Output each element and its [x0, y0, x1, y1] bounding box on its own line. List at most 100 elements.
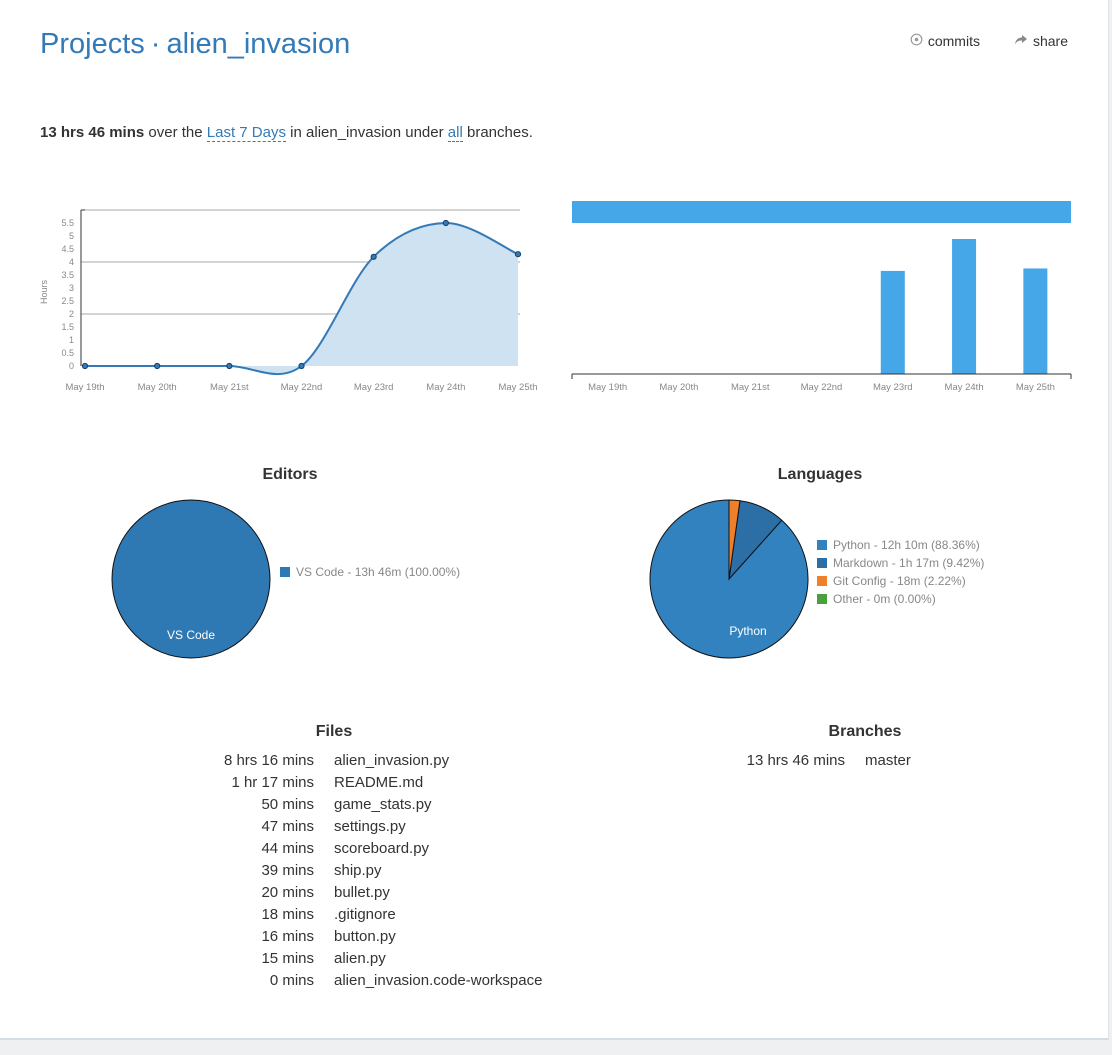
file-row: 50 mins game_stats.py: [100, 793, 620, 815]
file-duration: 18 mins: [261, 905, 314, 923]
date-range-link[interactable]: Last 7 Days: [206, 124, 286, 142]
bar: [952, 239, 977, 374]
file-row: 47 mins settings.py: [100, 815, 620, 837]
editors-title: Editors: [262, 466, 318, 483]
legend-swatch: [817, 540, 827, 550]
x-tick-label: May 22nd: [281, 382, 323, 393]
x-tick-label: May 19th: [65, 382, 104, 393]
file-name[interactable]: scoreboard.py: [334, 840, 429, 857]
commits-label: commits: [927, 33, 980, 49]
languages-title: Languages: [777, 466, 863, 483]
languages-pie-chart: Python: [649, 499, 809, 659]
legend-label: Markdown - 1h 17m (9.42%): [833, 556, 985, 570]
y-tick-label: 1.5: [61, 322, 74, 332]
x-tick-label: May 21st: [210, 382, 249, 393]
data-point: [370, 253, 377, 260]
bar: [880, 270, 905, 374]
bar: [1023, 268, 1048, 374]
x-tick-label: May 25th: [498, 382, 537, 393]
file-row: 15 mins alien.py: [100, 947, 620, 969]
file-row: 18 mins .gitignore: [100, 903, 620, 925]
legend-swatch: [817, 558, 827, 568]
file-row: 44 mins scoreboard.py: [100, 837, 620, 859]
y-tick-label: 0.5: [61, 348, 74, 358]
x-tick-label: May 19th: [588, 382, 627, 393]
data-point: [226, 362, 233, 370]
file-row: 0 mins alien_invasion.code-workspace: [100, 969, 620, 991]
file-row: 8 hrs 16 mins alien_invasion.py: [100, 749, 620, 771]
x-tick-label: May 24th: [426, 382, 465, 393]
x-tick-label: May 23rd: [354, 382, 394, 393]
branches-title: Branches: [828, 723, 902, 740]
data-point: [154, 362, 161, 370]
file-name[interactable]: bullet.py: [334, 884, 390, 901]
file-name[interactable]: alien.py: [334, 950, 386, 967]
legend-label: Git Config - 18m (2.22%): [833, 574, 966, 588]
legend-item: VS Code - 13h 46m (100.00%): [280, 563, 460, 581]
file-name[interactable]: alien_invasion.py: [334, 752, 449, 769]
branches-list: 13 hrs 46 mins master: [690, 749, 911, 771]
pie-slice-label: Python: [729, 624, 766, 638]
file-name[interactable]: game_stats.py: [334, 796, 432, 813]
top-banner-bar: [572, 201, 1071, 223]
file-duration: 0 mins: [269, 971, 314, 989]
x-tick-label: May 23rd: [873, 382, 913, 393]
branch-duration: 13 hrs 46 mins: [746, 751, 845, 769]
legend-item: Git Config - 18m (2.22%): [817, 572, 984, 590]
y-tick-label: 5: [69, 231, 74, 241]
share-icon: [1014, 33, 1028, 49]
y-tick-label: 4: [69, 257, 74, 267]
legend-swatch: [817, 576, 827, 586]
editors-pie-chart: VS Code: [111, 499, 271, 659]
x-tick-label: May 20th: [659, 382, 698, 393]
share-button[interactable]: share: [1014, 33, 1068, 49]
daily-bar-chart: May 19th May 20th May 21st May 22nd May 23rd…: [571, 201, 1072, 393]
summary-text-in: in alien_invasion under: [290, 124, 444, 141]
title-separator: ·: [150, 28, 161, 60]
y-tick-label: 5.5: [61, 218, 74, 228]
file-name[interactable]: settings.py: [334, 818, 406, 835]
data-point: [442, 219, 449, 227]
file-duration: 15 mins: [261, 949, 314, 967]
projects-link[interactable]: Projects: [40, 28, 145, 60]
branch-name[interactable]: master: [865, 752, 911, 769]
file-name[interactable]: ship.py: [334, 862, 382, 879]
y-tick-label: 2: [69, 309, 74, 319]
branch-row: 13 hrs 46 mins master: [690, 749, 911, 771]
x-tick-label: May 20th: [138, 382, 177, 393]
file-duration: 50 mins: [261, 795, 314, 813]
area-fill: [85, 222, 518, 375]
top-actions: commits share: [910, 33, 1068, 49]
file-row: 39 mins ship.py: [100, 859, 620, 881]
file-duration: 8 hrs 16 mins: [223, 751, 314, 769]
file-duration: 47 mins: [261, 817, 314, 835]
x-tick-label: May 25th: [1016, 382, 1055, 393]
file-duration: 44 mins: [261, 839, 314, 857]
file-row: 16 mins button.py: [100, 925, 620, 947]
y-tick-label: 4.5: [61, 244, 74, 254]
data-point: [81, 362, 89, 370]
file-row: 1 hr 17 mins README.md: [100, 771, 620, 793]
project-card: Projects · alien_invasion commits share 13…: [0, 0, 1109, 1040]
x-tick-label: May 21st: [731, 382, 770, 393]
file-name[interactable]: alien_invasion.code-workspace: [334, 972, 542, 989]
file-name[interactable]: README.md: [334, 774, 423, 791]
y-tick-label: 3.5: [61, 270, 74, 280]
y-tick-label: 2.5: [61, 296, 74, 306]
file-name[interactable]: button.py: [334, 928, 396, 945]
legend-swatch: [817, 594, 827, 604]
file-duration: 39 mins: [261, 861, 314, 879]
branches-filter-link[interactable]: all: [447, 124, 463, 142]
share-label: share: [1032, 33, 1068, 49]
data-point: [298, 362, 305, 370]
file-name[interactable]: .gitignore: [334, 906, 396, 923]
file-row: 20 mins bullet.py: [100, 881, 620, 903]
file-duration: 1 hr 17 mins: [231, 773, 314, 791]
project-name-link[interactable]: alien_invasion: [166, 28, 350, 60]
commits-button[interactable]: commits: [910, 33, 980, 49]
editors-legend: VS Code - 13h 46m (100.00%): [280, 563, 460, 581]
file-duration: 16 mins: [261, 927, 314, 945]
summary-text-over: over the: [148, 124, 203, 141]
legend-item: Python - 12h 10m (88.36%): [817, 536, 984, 554]
legend-item: Markdown - 1h 17m (9.42%): [817, 554, 984, 572]
